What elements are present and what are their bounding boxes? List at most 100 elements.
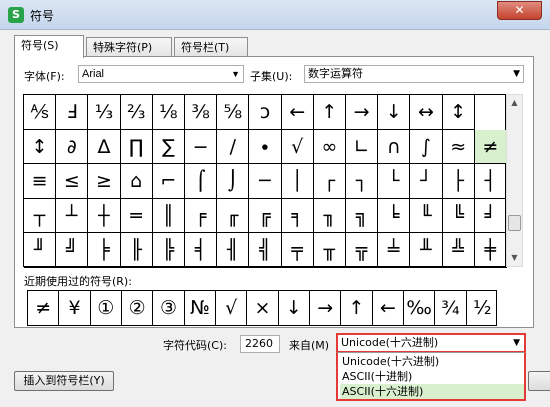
symbol-cell[interactable]: ╨ xyxy=(410,233,443,268)
symbol-cell[interactable]: ↕ xyxy=(442,95,475,130)
recent-symbol-cell[interactable]: → xyxy=(310,291,342,325)
symbol-cell[interactable]: ╤ xyxy=(281,233,314,268)
recent-symbol-cell[interactable]: ¾ xyxy=(435,291,467,325)
symbol-cell[interactable]: ⌂ xyxy=(120,164,153,199)
symbol-cell[interactable]: ╔ xyxy=(249,198,282,234)
symbol-cell[interactable]: ╧ xyxy=(378,233,411,268)
symbol-cell[interactable]: ┤ xyxy=(474,164,507,199)
symbol-cell[interactable]: ⅝ xyxy=(217,95,250,130)
encoding-option-ascii-hex[interactable]: ASCII(十六进制) xyxy=(340,384,524,399)
symbol-cell[interactable]: ┬ xyxy=(24,198,57,234)
tab-symbols[interactable]: 符号(S) xyxy=(14,35,84,58)
symbol-cell[interactable]: ╜ xyxy=(24,233,57,268)
subset-select[interactable]: 数字运算符 ▼ xyxy=(304,65,524,83)
tab-special-characters[interactable]: 特殊字符(P) xyxy=(86,37,172,57)
symbol-cell[interactable]: ∂ xyxy=(56,129,89,165)
symbol-cell[interactable]: ⅍ xyxy=(24,95,57,130)
symbol-cell[interactable]: │ xyxy=(281,164,314,199)
symbol-cell[interactable]: ┐ xyxy=(346,164,379,199)
symbol-cell[interactable]: ╗ xyxy=(346,198,379,234)
symbol-cell[interactable]: ╕ xyxy=(281,198,314,234)
close-button[interactable]: ✕ xyxy=(497,1,542,20)
recent-symbol-cell[interactable]: ② xyxy=(122,291,154,325)
char-code-input[interactable]: 2260 xyxy=(240,335,280,353)
symbol-cell[interactable]: Ⅎ xyxy=(56,95,89,130)
scroll-up-icon[interactable]: ▲ xyxy=(507,95,522,111)
symbol-cell[interactable]: ∏ xyxy=(120,129,153,165)
scroll-thumb[interactable] xyxy=(508,215,521,231)
symbol-cell[interactable]: ─ xyxy=(249,164,282,199)
symbol-cell[interactable]: ╖ xyxy=(313,198,346,234)
symbol-cell[interactable]: ╦ xyxy=(346,233,379,268)
symbol-cell[interactable]: ╢ xyxy=(217,233,250,268)
symbol-cell[interactable]: ⌡ xyxy=(217,164,250,199)
recent-symbol-cell[interactable]: ↑ xyxy=(341,291,373,325)
symbol-cell[interactable]: ∞ xyxy=(313,129,346,165)
symbol-cell[interactable]: ╛ xyxy=(474,198,507,234)
symbol-cell[interactable]: ╓ xyxy=(217,198,250,234)
symbol-cell[interactable]: ↔ xyxy=(410,95,443,130)
symbol-cell[interactable]: − xyxy=(185,129,218,165)
symbol-cell[interactable]: ↕ xyxy=(24,129,57,165)
symbol-cell[interactable]: ≤ xyxy=(56,164,89,199)
recent-symbol-cell[interactable]: ½ xyxy=(467,291,498,325)
symbol-cell[interactable]: ╒ xyxy=(185,198,218,234)
recent-symbol-cell[interactable]: √ xyxy=(216,291,248,325)
symbol-cell[interactable]: ║ xyxy=(152,198,185,234)
symbol-cell[interactable]: ┼ xyxy=(88,198,121,234)
symbol-cell[interactable]: ≈ xyxy=(442,129,475,165)
symbol-cell[interactable]: ↑ xyxy=(313,95,346,130)
recent-symbol-cell[interactable]: № xyxy=(185,291,216,325)
symbol-cell[interactable]: ╙ xyxy=(410,198,443,234)
symbol-cell[interactable]: ╪ xyxy=(474,233,507,268)
symbol-cell[interactable]: └ xyxy=(378,164,411,199)
symbol-cell[interactable]: ╡ xyxy=(185,233,218,268)
symbol-cell[interactable]: ∟ xyxy=(346,129,379,165)
symbol-cell[interactable]: ╣ xyxy=(249,233,282,268)
symbol-cell[interactable]: ⌠ xyxy=(185,164,218,199)
symbol-cell[interactable]: ═ xyxy=(120,198,153,234)
symbol-cell[interactable]: ⅜ xyxy=(185,95,218,130)
recent-symbol-cell[interactable]: ¥ xyxy=(59,291,91,325)
recent-symbol-cell[interactable]: ≠ xyxy=(28,291,60,325)
symbol-cell[interactable]: ╥ xyxy=(313,233,346,268)
symbol-cell[interactable]: ⅔ xyxy=(120,95,153,130)
symbol-cell[interactable]: ╝ xyxy=(56,233,89,268)
symbol-cell[interactable]: ⅓ xyxy=(88,95,121,130)
insert-to-symbol-bar-button[interactable]: 插入到符号栏(Y) xyxy=(14,371,114,391)
partial-button[interactable] xyxy=(528,371,550,391)
symbol-cell[interactable]: ⅛ xyxy=(152,95,185,130)
symbol-cell[interactable]: ╞ xyxy=(88,233,121,268)
symbol-cell[interactable]: ┘ xyxy=(410,164,443,199)
encoding-select[interactable]: Unicode(十六进制) ▼ xyxy=(336,333,526,353)
symbol-cell[interactable]: ├ xyxy=(442,164,475,199)
symbol-cell[interactable]: ← xyxy=(281,95,314,130)
scroll-down-icon[interactable]: ▼ xyxy=(507,250,522,266)
symbol-cell[interactable]: ≥ xyxy=(88,164,121,199)
symbol-cell[interactable]: ∑ xyxy=(152,129,185,165)
encoding-option-ascii-dec[interactable]: ASCII(十进制) xyxy=(340,369,524,384)
recent-symbol-cell[interactable]: ← xyxy=(373,291,404,325)
symbol-cell[interactable]: ∆ xyxy=(88,129,121,165)
encoding-option-unicode-hex[interactable]: Unicode(十六进制) xyxy=(340,354,524,369)
symbol-grid-scrollbar[interactable]: ▲ ▼ xyxy=(506,94,523,267)
symbol-cell[interactable]: ↄ xyxy=(249,95,282,130)
symbol-cell[interactable]: ∫ xyxy=(410,129,443,165)
recent-symbol-cell[interactable]: ↓ xyxy=(279,291,310,325)
symbol-cell[interactable]: ╘ xyxy=(378,198,411,234)
symbol-cell[interactable]: ╚ xyxy=(442,198,475,234)
symbol-cell[interactable]: ⌐ xyxy=(152,164,185,199)
symbol-cell[interactable]: ≡ xyxy=(24,164,57,199)
recent-symbol-cell[interactable]: ① xyxy=(91,291,122,325)
symbol-cell[interactable]: ∩ xyxy=(378,129,411,165)
symbol-cell[interactable]: ╠ xyxy=(152,233,185,268)
recent-symbol-cell[interactable]: ‰ xyxy=(404,291,436,325)
symbol-cell[interactable]: ∙ xyxy=(249,129,282,165)
symbol-cell[interactable]: √ xyxy=(281,129,314,165)
symbol-cell[interactable]: ┌ xyxy=(313,164,346,199)
recent-symbol-cell[interactable]: × xyxy=(247,291,279,325)
symbol-cell[interactable]: ╩ xyxy=(442,233,475,268)
symbol-cell[interactable]: ↓ xyxy=(378,95,411,130)
font-select[interactable]: Arial ▼ xyxy=(78,65,244,83)
recent-symbol-cell[interactable]: ③ xyxy=(153,291,185,325)
